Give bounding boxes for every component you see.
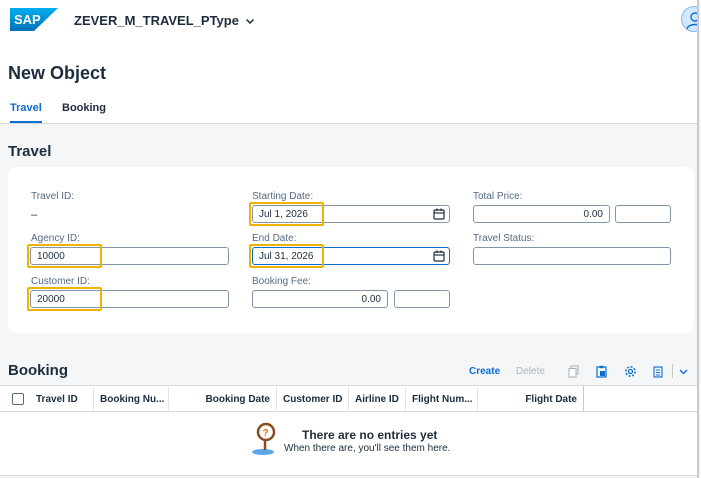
travel-id-value: – [31, 209, 38, 221]
select-all-cell [0, 386, 30, 412]
booking-fee-currency-input[interactable] [394, 290, 450, 308]
select-all-checkbox[interactable] [12, 393, 24, 405]
paste-icon[interactable] [595, 365, 608, 378]
booking-fee-value: 0.00 [361, 293, 381, 305]
end-date-label: End Date: [252, 233, 297, 244]
person-icon [686, 12, 697, 30]
column-booking-date[interactable]: Booking Date [169, 386, 277, 412]
travel-status-label: Travel Status: [473, 233, 535, 244]
booking-section-title: Booking [8, 362, 68, 379]
total-price-label: Total Price: [473, 191, 523, 202]
column-airline-id[interactable]: Airline ID [349, 386, 406, 412]
tab-booking[interactable]: Booking [62, 102, 106, 121]
customer-id-highlight [27, 287, 102, 311]
travel-section-title: Travel [8, 143, 52, 160]
export-icon[interactable] [652, 365, 665, 378]
end-date-highlight [249, 244, 324, 268]
settings-icon[interactable] [624, 365, 637, 378]
chevron-down-icon[interactable] [677, 365, 690, 378]
chevron-down-icon [245, 18, 254, 24]
empty-state-subtitle: When there are, you'll see them here. [284, 443, 451, 454]
column-flight-number[interactable]: Flight Num... [406, 386, 478, 412]
table-header-row: Travel ID Booking Nu... Booking Date Cus… [0, 386, 697, 412]
sap-logo[interactable]: SAP [10, 8, 58, 31]
shell-bar: SAP ZEVER_M_TRAVEL_PType [0, 0, 697, 44]
no-entries-illustration-icon: ? [252, 422, 276, 455]
toolbar-separator [672, 364, 673, 378]
page-title: New Object [8, 63, 107, 83]
travel-form-card: Travel ID: – Agency ID: 10000 Customer I… [8, 167, 694, 333]
agency-id-label: Agency ID: [31, 233, 80, 244]
empty-state-title: There are no entries yet [302, 428, 438, 442]
calendar-icon[interactable] [433, 250, 445, 262]
tab-travel[interactable]: Travel [10, 102, 42, 123]
column-customer-id[interactable]: Customer ID [277, 386, 349, 412]
app-frame: SAP ZEVER_M_TRAVEL_PType New Object Trav… [0, 0, 699, 478]
customer-id-label: Customer ID: [31, 276, 90, 287]
total-price-input[interactable]: 0.00 [473, 205, 610, 223]
delete-button[interactable]: Delete [516, 366, 545, 377]
travel-id-label: Travel ID: [31, 191, 74, 202]
agency-id-highlight [27, 244, 102, 268]
svg-text:?: ? [263, 428, 269, 439]
app-title: ZEVER_M_TRAVEL_PType [74, 13, 239, 28]
travel-status-input[interactable] [473, 247, 671, 265]
starting-date-label: Starting Date: [252, 191, 314, 202]
app-title-menu[interactable]: ZEVER_M_TRAVEL_PType [74, 13, 255, 28]
sap-logo-text: SAP [14, 12, 41, 27]
booking-fee-input[interactable]: 0.00 [252, 290, 388, 308]
column-booking-number[interactable]: Booking Nu... [94, 386, 169, 412]
booking-table: Travel ID Booking Nu... Booking Date Cus… [0, 385, 697, 476]
copy-icon[interactable] [567, 365, 580, 378]
booking-fee-label: Booking Fee: [252, 276, 311, 287]
object-header: New Object Travel Booking [0, 44, 697, 124]
create-button[interactable]: Create [469, 366, 500, 377]
starting-date-highlight [249, 202, 324, 226]
user-avatar[interactable] [681, 6, 697, 32]
total-price-currency-input[interactable] [615, 205, 671, 223]
column-travel-id[interactable]: Travel ID [30, 386, 94, 412]
total-price-value: 0.00 [583, 208, 603, 220]
calendar-icon[interactable] [433, 208, 445, 220]
column-flight-date[interactable]: Flight Date [478, 386, 584, 412]
